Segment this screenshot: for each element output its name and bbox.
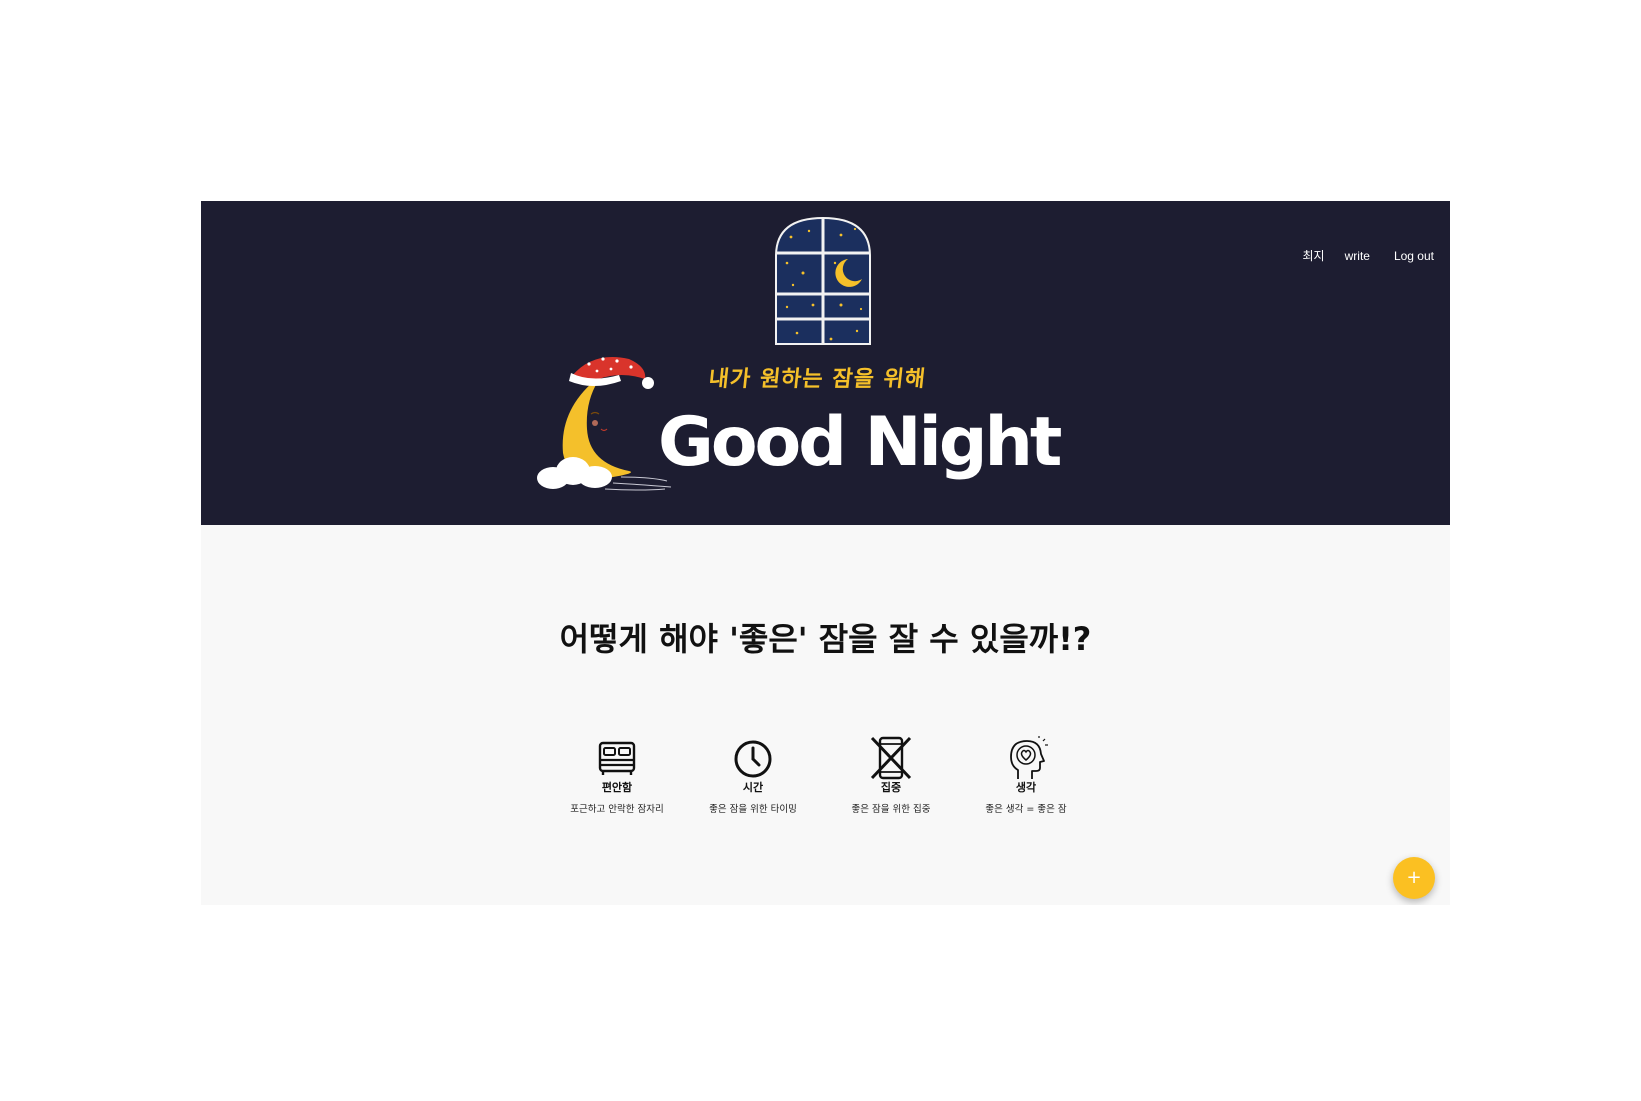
brand-logo-text: Good Night <box>658 403 1062 482</box>
page-headline: 어떻게 해야 '좋은' 잠을 잘 수 있을까!? <box>559 620 1092 658</box>
top-nav: 최지 write Log out <box>1293 247 1436 264</box>
mind-heart-icon <box>1010 736 1048 779</box>
add-post-button[interactable]: + <box>1393 857 1435 899</box>
hero-tagline: 내가 원하는 잠을 위해 <box>707 367 928 392</box>
nav-write[interactable]: write <box>1335 249 1380 263</box>
feature-desc: 좋은 생각 = 좋은 잠 <box>985 804 1067 815</box>
sleeping-moon-icon <box>537 357 672 491</box>
feature-focus: 집중 좋은 잠을 위한 집중 <box>831 735 951 815</box>
feature-desc: 좋은 잠을 위한 타이밍 <box>709 804 797 815</box>
feature-title: 시간 <box>742 781 764 794</box>
app-container: 최지 write Log out 내가 원하는 잠을 위해 Good Night… <box>201 201 1450 905</box>
plus-icon: + <box>1406 867 1422 888</box>
bed-icon <box>598 741 636 775</box>
feature-title: 생각 <box>1015 781 1037 794</box>
nav-user[interactable]: 최지 <box>1293 247 1335 264</box>
feature-title: 집중 <box>880 781 902 794</box>
feature-desc: 포근하고 안락한 잠자리 <box>570 804 664 815</box>
feature-comfort: 편안함 포근하고 안락한 잠자리 <box>557 735 677 815</box>
feature-time: 시간 좋은 잠을 위한 타이밍 <box>693 735 813 815</box>
feature-title: 편안함 <box>601 781 633 794</box>
nav-logout[interactable]: Log out <box>1380 249 1436 263</box>
window-night-icon <box>775 216 871 345</box>
hero-banner: 최지 write Log out 내가 원하는 잠을 위해 Good Night <box>201 201 1450 525</box>
clock-icon <box>734 740 772 778</box>
no-phone-icon <box>870 736 912 780</box>
feature-mind: 생각 좋은 생각 = 좋은 잠 <box>966 735 1086 815</box>
feature-desc: 좋은 잠을 위한 집중 <box>851 804 931 815</box>
